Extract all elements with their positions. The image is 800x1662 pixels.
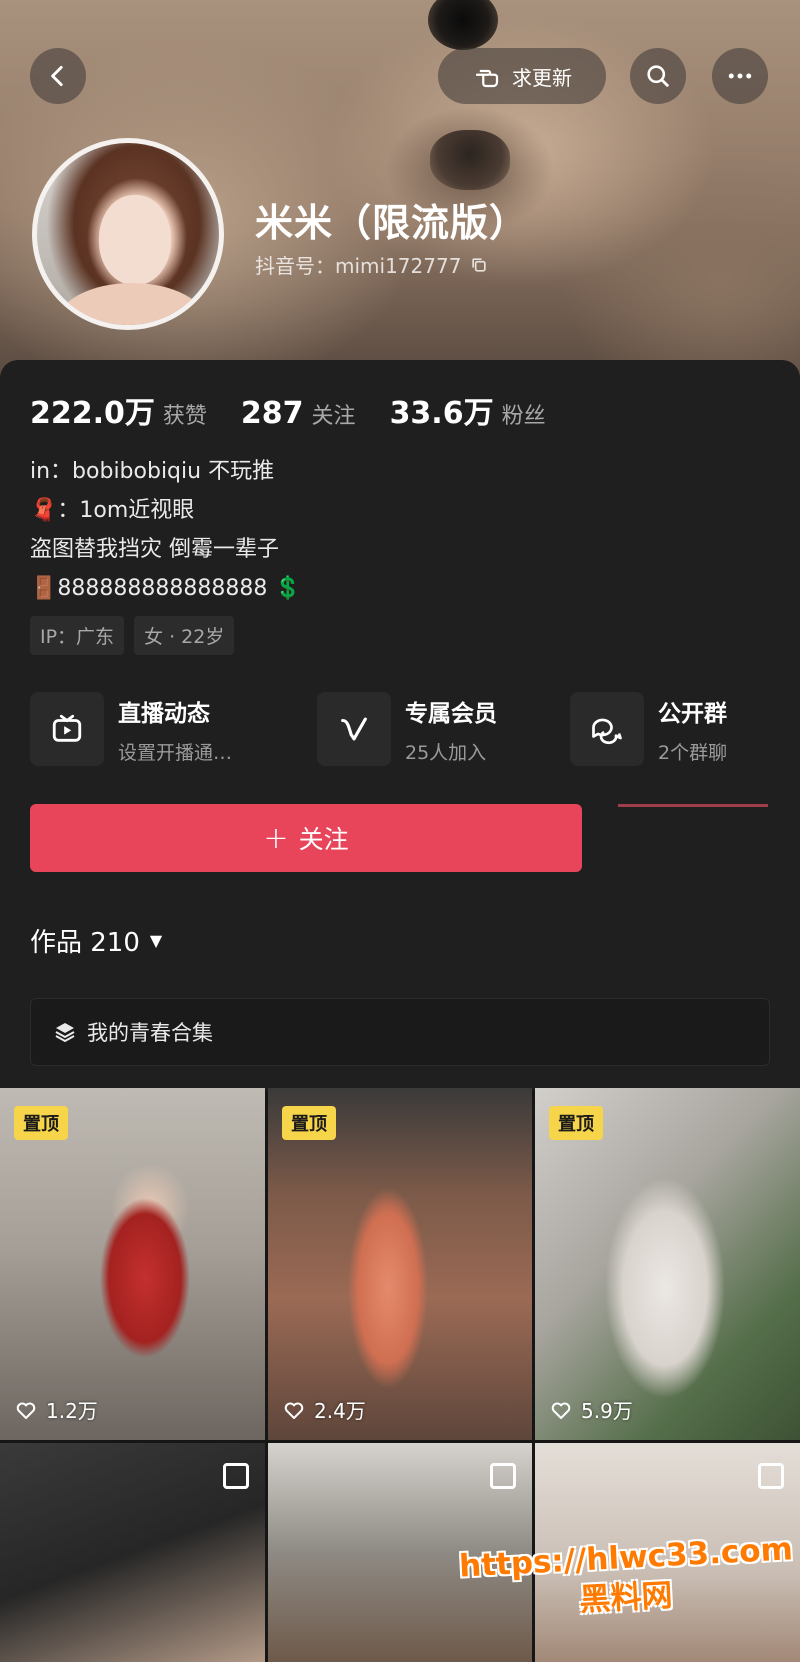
likes-count: 222.0万 <box>30 396 155 431</box>
search-button[interactable] <box>630 48 686 104</box>
tv-icon <box>30 692 104 766</box>
membership-entry[interactable]: 专属会员 25人加入 <box>317 692 497 766</box>
avatar-face <box>99 195 171 285</box>
likes-count-text: 1.2万 <box>46 1399 98 1423</box>
pointing-hand-icon <box>475 69 499 88</box>
post-likes: 2.4万 <box>282 1395 366 1424</box>
bio-line: in：bobibobiqiu 不玩推 <box>30 459 275 484</box>
pinned-badge: 置顶 <box>14 1106 68 1140</box>
feature-shortcuts: 直播动态 设置开播通… 专属会员 25人加入 公开群 2个群聊 <box>30 692 770 766</box>
follow-button[interactable]: + 关注 <box>30 804 582 872</box>
profile-stats: 222.0万 获赞 287 关注 33.6万 粉丝 <box>30 388 580 432</box>
feature-title: 直播动态 <box>118 700 210 727</box>
tab-works[interactable]: 作品 210 ▼ <box>30 922 162 959</box>
bio-line: 🧣：1om近视眼 <box>30 498 195 523</box>
following-label[interactable]: 关注 <box>312 398 356 430</box>
gender-age-tag: 女 · 22岁 <box>134 616 235 655</box>
douyin-id[interactable]: 抖音号：mimi172777 <box>255 250 489 279</box>
collection-entry[interactable]: 我的青春合集 <box>30 998 770 1066</box>
caret-down-icon: ▼ <box>149 931 163 950</box>
bio-line: 🚪888888888888888 💲 <box>30 576 302 601</box>
followers-label[interactable]: 粉丝 <box>502 398 546 430</box>
pinned-badge: 置顶 <box>282 1106 336 1140</box>
request-update-button[interactable]: 求更新 <box>438 48 606 104</box>
copy-icon[interactable] <box>469 255 489 275</box>
cover-image-detail <box>430 130 510 190</box>
pinned-badge: 置顶 <box>549 1106 603 1140</box>
feature-subtitle: 25人加入 <box>405 741 487 764</box>
profile-tags: IP：广东 女 · 22岁 <box>30 616 235 655</box>
post-thumbnail[interactable]: 置顶 5.9万 <box>535 1088 800 1440</box>
cover-image-detail <box>428 0 498 50</box>
feature-subtitle: 2个群聊 <box>658 741 728 764</box>
following-count[interactable]: 287 <box>241 396 304 431</box>
ip-location-tag: IP：广东 <box>30 616 125 655</box>
more-options-button[interactable] <box>712 48 768 104</box>
heart-icon <box>551 1402 571 1419</box>
public-group-entry[interactable]: 公开群 2个群聊 <box>570 692 727 766</box>
chat-icon <box>570 692 644 766</box>
post-thumbnail[interactable] <box>0 1443 265 1662</box>
multi-image-icon <box>223 1463 249 1489</box>
avatar-shoulders <box>57 283 207 325</box>
collection-label: 我的青春合集 <box>87 1021 213 1045</box>
v-icon <box>317 692 391 766</box>
divider <box>618 804 768 807</box>
heart-icon <box>284 1402 304 1419</box>
post-thumbnail[interactable]: 置顶 2.4万 <box>268 1088 532 1440</box>
likes-count-text: 5.9万 <box>581 1399 633 1423</box>
more-dots-icon <box>728 73 752 79</box>
feature-subtitle: 设置开播通… <box>118 741 233 764</box>
plus-icon: + <box>263 820 289 856</box>
douyin-id-text: 抖音号：mimi172777 <box>255 254 462 278</box>
post-thumbnail[interactable]: 置顶 1.2万 <box>0 1088 265 1440</box>
multi-image-icon <box>490 1463 516 1489</box>
live-activity-entry[interactable]: 直播动态 设置开播通… <box>30 692 232 766</box>
back-button[interactable] <box>30 48 86 104</box>
bio: in：bobibobiqiu 不玩推 🧣：1om近视眼 盗图替我挡灾 倒霉一辈子… <box>30 452 302 608</box>
multi-image-icon <box>758 1463 784 1489</box>
bio-line: 盗图替我挡灾 倒霉一辈子 <box>30 537 279 562</box>
request-update-label: 求更新 <box>512 65 572 90</box>
works-label: 作品 210 <box>30 928 140 958</box>
layers-icon <box>55 1023 75 1043</box>
post-likes: 5.9万 <box>549 1395 633 1424</box>
likes-count-text: 2.4万 <box>314 1399 366 1423</box>
search-icon <box>647 65 669 87</box>
likes-label: 获赞 <box>162 404 207 429</box>
heart-icon <box>16 1402 36 1419</box>
username: 米米（限流版） <box>255 201 529 245</box>
post-likes: 1.2万 <box>14 1395 98 1424</box>
avatar[interactable] <box>32 138 224 330</box>
followers-count[interactable]: 33.6万 <box>390 388 494 432</box>
feature-title: 公开群 <box>658 700 727 727</box>
feature-title: 专属会员 <box>405 700 497 727</box>
chevron-left-icon <box>51 65 63 87</box>
follow-label: 关注 <box>298 825 349 854</box>
